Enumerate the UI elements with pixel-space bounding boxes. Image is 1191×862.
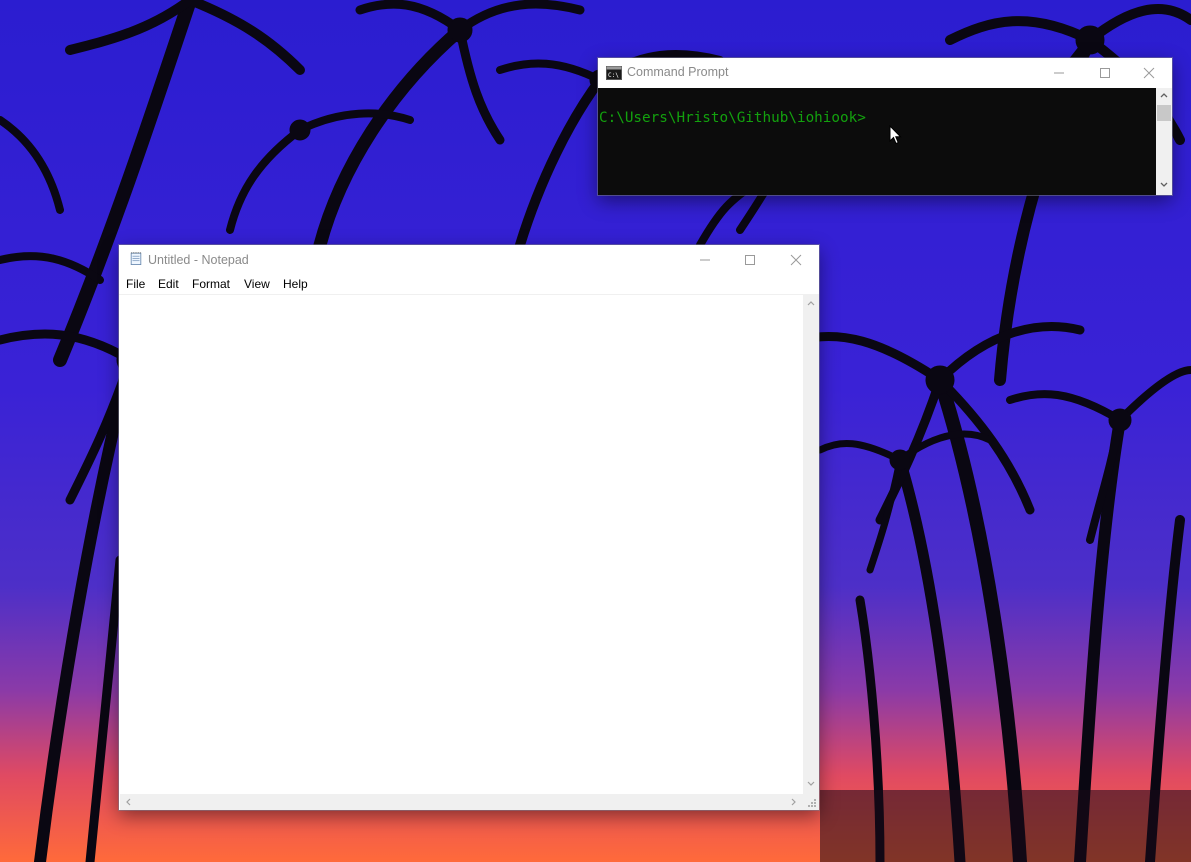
notepad-vertical-scrollbar[interactable] [803,295,819,794]
scroll-right-icon[interactable] [791,798,797,806]
notepad-close-button[interactable] [773,245,819,275]
cmd-window[interactable]: C:\ Command Prompt C:\Users\Hristo\Githu… [598,58,1172,195]
menu-edit[interactable]: Edit [158,277,179,291]
cmd-titlebar[interactable]: C:\ Command Prompt [598,58,1172,88]
scroll-down-icon[interactable] [807,781,815,787]
cmd-scroll-thumb[interactable] [1157,105,1171,121]
notepad-titlebar[interactable]: Untitled - Notepad [119,245,819,275]
menu-view[interactable]: View [244,277,270,291]
svg-text:C:\: C:\ [608,72,619,79]
scroll-down-icon[interactable] [1160,182,1168,188]
menu-file[interactable]: File [126,277,145,291]
mouse-pointer-icon [889,125,902,145]
size-grip[interactable] [803,794,819,810]
maximize-icon [745,255,755,265]
scroll-up-icon[interactable] [1160,92,1168,98]
menu-help[interactable]: Help [283,277,308,291]
close-icon [1143,67,1155,79]
notepad-text-area[interactable] [120,295,803,794]
cmd-title: Command Prompt [627,65,729,79]
menu-format[interactable]: Format [192,277,230,291]
cmd-close-button[interactable] [1126,58,1172,88]
cmd-console[interactable]: C:\Users\Hristo\Github\iohiook> [598,88,1156,195]
notepad-title: Untitled - Notepad [148,253,249,267]
cmd-minimize-button[interactable] [1036,58,1082,88]
scroll-up-icon[interactable] [807,300,815,306]
notepad-menubar: File Edit Format View Help [119,275,819,295]
cmd-icon: C:\ [606,66,622,80]
size-grip-icon [808,799,816,807]
minimize-icon [1054,72,1064,74]
minimize-icon [700,259,710,261]
close-icon [790,254,802,266]
notepad-icon [130,252,142,265]
notepad-window[interactable]: Untitled - Notepad File Edit Format View… [119,245,819,810]
notepad-horizontal-scrollbar[interactable] [120,794,803,810]
notepad-maximize-button[interactable] [727,245,773,275]
notepad-minimize-button[interactable] [682,245,728,275]
cmd-maximize-button[interactable] [1082,58,1128,88]
cmd-prompt: C:\Users\Hristo\Github\iohiook> [599,110,866,126]
scroll-left-icon[interactable] [125,798,131,806]
cmd-vertical-scrollbar[interactable] [1156,88,1172,195]
maximize-icon [1100,68,1110,78]
